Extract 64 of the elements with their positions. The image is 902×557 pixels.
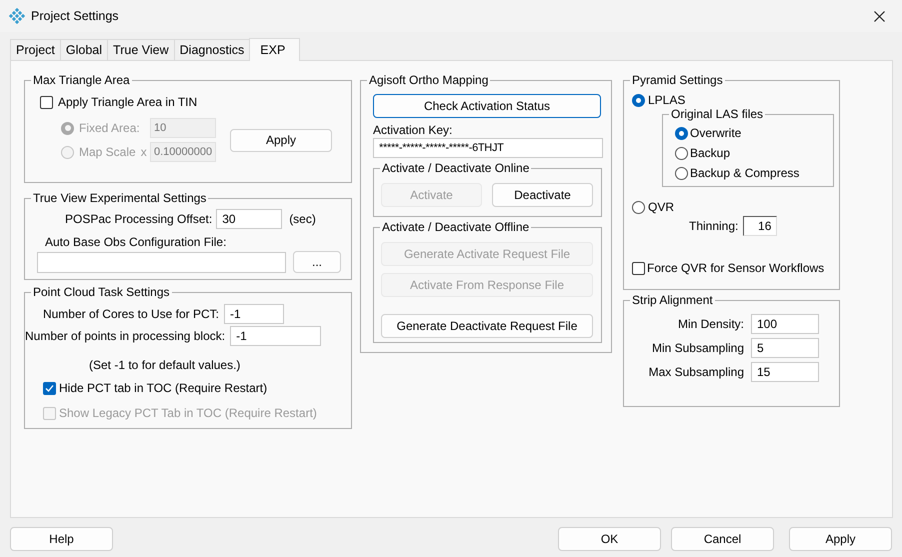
radio-button[interactable]	[632, 94, 645, 106]
field-label: Thinning:	[689, 219, 738, 233]
close-icon[interactable]	[874, 10, 884, 22]
group-title: Original LAS files	[671, 107, 764, 121]
checkbox-label: Show Legacy PCT Tab in TOC (Require Restart)	[59, 406, 317, 420]
checkbox[interactable]	[632, 262, 645, 274]
field-label: Number of Cores to Use for PCT:	[42, 307, 219, 321]
input-field[interactable]: -1	[230, 326, 321, 346]
checkbox[interactable]	[43, 382, 56, 394]
input-field[interactable]: 15	[751, 362, 819, 382]
input-field[interactable]: -1	[224, 304, 284, 324]
hint-text: (Set -1 to for default values.)	[89, 358, 240, 372]
radio-button[interactable]	[675, 126, 688, 140]
group-title: Strip Alignment	[632, 293, 713, 307]
radio-label: Backup	[690, 146, 730, 160]
ok-button[interactable]: OK	[558, 527, 661, 551]
window-title: Project Settings	[31, 9, 120, 23]
field-label: Min Subsampling	[652, 341, 744, 355]
field-label: POSPac Processing Offset:	[65, 212, 212, 226]
field-label: Min Density:	[678, 317, 744, 331]
group-title: Pyramid Settings	[632, 73, 723, 87]
field-label: Activation Key:	[373, 123, 452, 137]
checkbox-label: Apply Triangle Area in TIN	[58, 95, 198, 109]
field-label: Auto Base Obs Configuration File:	[45, 235, 226, 249]
field-label: Max Subsampling	[648, 365, 744, 379]
cancel-button[interactable]: Cancel	[671, 527, 774, 551]
input-field[interactable]	[37, 252, 286, 272]
group-title: Point Cloud Task Settings	[33, 285, 170, 299]
deactivate-button[interactable]: Deactivate	[492, 183, 593, 207]
apply-button[interactable]: Apply	[230, 128, 332, 152]
radio-label: Overwrite	[690, 126, 742, 140]
group-title: True View Experimental Settings	[33, 191, 206, 205]
tab[interactable]: Diagnostics	[174, 39, 250, 60]
radio-button[interactable]	[632, 200, 645, 214]
checkbox-label: Force QVR for Sensor Workflows	[647, 261, 824, 275]
unit-label: (sec)	[289, 212, 316, 226]
field-label: Number of points in processing block:	[25, 329, 226, 343]
radio-label: Backup & Compress	[690, 166, 800, 180]
input-field[interactable]: 100	[751, 314, 819, 334]
group-title: Max Triangle Area	[33, 73, 130, 87]
input-field[interactable]: *****-*****-*****-*****-6THJT	[373, 138, 603, 158]
radio-label: QVR	[648, 200, 674, 214]
radio-button[interactable]	[675, 166, 688, 180]
input-field[interactable]: 5	[751, 338, 819, 358]
radio-button[interactable]	[675, 146, 688, 160]
radio-label: Map Scale	[79, 145, 136, 159]
radio-label: Fixed Area:	[79, 121, 140, 135]
browse-button[interactable]: ...	[293, 251, 341, 273]
file-button[interactable]: Generate Deactivate Request File	[381, 314, 593, 338]
group-title: Activate / Deactivate Offline	[382, 220, 530, 234]
help-button[interactable]: Help	[10, 527, 113, 551]
tab[interactable]: EXP	[249, 38, 300, 61]
app-logo-icon	[9, 8, 25, 24]
radio-label: LPLAS	[648, 93, 686, 107]
checkbox[interactable]	[40, 96, 53, 108]
check-activation-button[interactable]: Check Activation Status	[373, 94, 601, 118]
unit-label: x	[140, 145, 147, 159]
input-field[interactable]: 16	[743, 216, 778, 236]
group-title: Activate / Deactivate Online	[382, 161, 530, 175]
group-title: Agisoft Ortho Mapping	[369, 73, 488, 87]
apply-button[interactable]: Apply	[789, 527, 892, 551]
input-field[interactable]: 30	[216, 209, 282, 229]
checkbox-label: Hide PCT tab in TOC (Require Restart)	[59, 381, 268, 395]
tab[interactable]: Project	[10, 39, 61, 60]
